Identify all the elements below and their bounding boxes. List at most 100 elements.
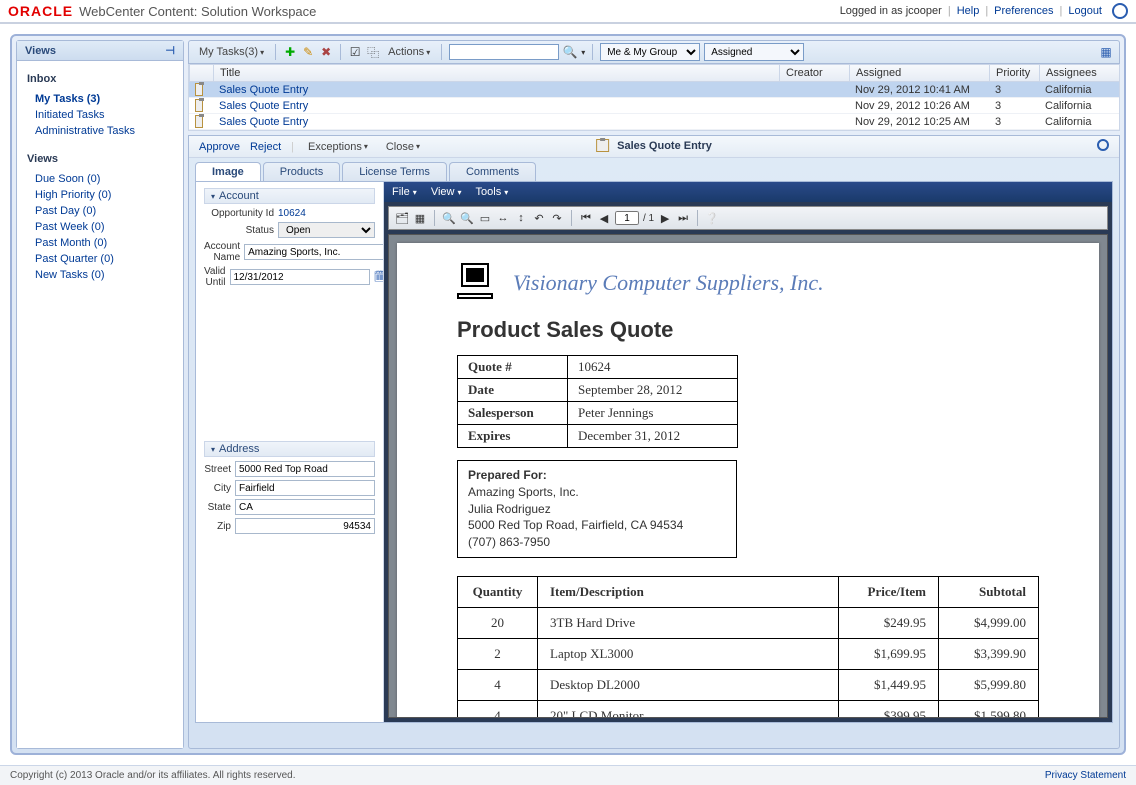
- main-toolbar: My Tasks(3)▾ ✚ ✎ ✖ ☑ ⿻ Actions▾ 🔍▾ Me & …: [188, 40, 1120, 64]
- page-total: / 1: [643, 213, 654, 224]
- filter-group-select[interactable]: Me & My Group: [600, 43, 700, 61]
- thumbnails-icon[interactable]: ▦: [413, 211, 427, 225]
- col-priority[interactable]: Priority: [989, 65, 1039, 81]
- sidebar-item-pastweek[interactable]: Past Week (0): [27, 219, 173, 235]
- sidebar-item-admin[interactable]: Administrative Tasks: [27, 123, 173, 139]
- viewer-menu-view[interactable]: View ▾: [431, 186, 462, 198]
- rotate-left-icon[interactable]: ↶: [532, 211, 546, 225]
- fit-width-icon[interactable]: ↔: [496, 211, 510, 225]
- label-zip: Zip: [204, 521, 231, 532]
- tab-products[interactable]: Products: [263, 162, 340, 181]
- collapse-icon[interactable]: ▾: [211, 445, 215, 454]
- city-input[interactable]: [235, 480, 375, 496]
- sidebar-item-duesoon[interactable]: Due Soon (0): [27, 171, 173, 187]
- actions-dropdown[interactable]: Actions▾: [384, 46, 434, 58]
- help-link[interactable]: Help: [957, 5, 980, 17]
- zoom-in-icon[interactable]: 🔍: [442, 211, 456, 225]
- preferences-link[interactable]: Preferences: [994, 5, 1053, 17]
- fit-page-icon[interactable]: ▭: [478, 211, 492, 225]
- tab-image[interactable]: Image: [195, 162, 261, 181]
- detail-title: Sales Quote Entry: [617, 140, 712, 152]
- chart-icon[interactable]: ▦: [1099, 45, 1113, 59]
- document-logo-icon: [457, 263, 495, 303]
- search-icon[interactable]: 🔍: [563, 45, 577, 59]
- last-page-icon[interactable]: ⏭: [676, 211, 690, 225]
- task-row[interactable]: Sales Quote Entry Nov 29, 2012 10:41 AM …: [189, 82, 1119, 98]
- my-tasks-dropdown[interactable]: My Tasks(3)▾: [195, 46, 268, 58]
- street-input[interactable]: [235, 461, 375, 477]
- page-input[interactable]: [615, 211, 639, 225]
- task-row[interactable]: Sales Quote Entry Nov 29, 2012 10:26 AM …: [189, 98, 1119, 114]
- task-assigned: Nov 29, 2012 10:25 AM: [849, 114, 989, 129]
- clipboard-icon: [195, 115, 203, 128]
- sidebar-item-highpriority[interactable]: High Priority (0): [27, 187, 173, 203]
- app-title: WebCenter Content: Solution Workspace: [79, 4, 316, 19]
- zip-input[interactable]: [235, 518, 375, 534]
- approve-button[interactable]: Approve: [199, 141, 240, 153]
- viewer-menu-tools[interactable]: Tools ▾: [476, 186, 509, 198]
- sidebar-item-newtasks[interactable]: New Tasks (0): [27, 267, 173, 283]
- sidebar-item-initiated[interactable]: Initiated Tasks: [27, 107, 173, 123]
- edit-icon[interactable]: ✎: [301, 45, 315, 59]
- task-title[interactable]: Sales Quote Entry: [213, 82, 779, 97]
- task-row[interactable]: Sales Quote Entry Nov 29, 2012 10:25 AM …: [189, 114, 1119, 130]
- oracle-logo: ORACLE: [8, 3, 73, 19]
- status-select[interactable]: Open: [278, 222, 375, 238]
- progress-circle-icon: [1097, 139, 1109, 151]
- task-assignees: California: [1039, 82, 1119, 97]
- fit-height-icon[interactable]: ↕: [514, 211, 528, 225]
- sidebar-item-pastmonth[interactable]: Past Month (0): [27, 235, 173, 251]
- filter-status-select[interactable]: Assigned: [704, 43, 804, 61]
- task-assignees: California: [1039, 114, 1119, 129]
- pin-icon[interactable]: ⊣: [165, 44, 175, 57]
- help-icon[interactable]: ❔: [705, 211, 719, 225]
- privacy-link[interactable]: Privacy Statement: [1045, 770, 1126, 781]
- copyright-text: Copyright (c) 2013 Oracle and/or its aff…: [10, 770, 296, 781]
- brand-circle-icon: [1112, 3, 1128, 19]
- sidebar: Views ⊣ Inbox My Tasks (3) Initiated Tas…: [16, 40, 184, 749]
- col-assigned[interactable]: Assigned: [849, 65, 989, 81]
- tree-icon[interactable]: 🗂: [395, 211, 409, 225]
- task-title[interactable]: Sales Quote Entry: [213, 114, 779, 129]
- sidebar-section-views: Views: [27, 153, 173, 165]
- label-opp-id: Opportunity Id: [204, 208, 274, 219]
- sidebar-item-my-tasks[interactable]: My Tasks (3): [27, 91, 173, 107]
- prev-page-icon[interactable]: ◀: [597, 211, 611, 225]
- col-title[interactable]: Title: [213, 65, 779, 81]
- zoom-out-icon[interactable]: 🔍: [460, 211, 474, 225]
- document-title: Product Sales Quote: [457, 317, 1039, 343]
- task-title[interactable]: Sales Quote Entry: [213, 98, 779, 113]
- tab-license[interactable]: License Terms: [342, 162, 447, 181]
- sidebar-item-pastquarter[interactable]: Past Quarter (0): [27, 251, 173, 267]
- task-assigned: Nov 29, 2012 10:26 AM: [849, 98, 989, 113]
- calendar-icon[interactable]: 🗓: [374, 270, 385, 284]
- state-input[interactable]: [235, 499, 375, 515]
- rotate-right-icon[interactable]: ↷: [550, 211, 564, 225]
- viewer-menu-file[interactable]: File ▾: [392, 186, 417, 198]
- first-page-icon[interactable]: ⏮: [579, 211, 593, 225]
- col-assignees[interactable]: Assignees: [1039, 65, 1119, 81]
- close-dropdown[interactable]: Close ▾: [382, 141, 424, 153]
- collapse-icon[interactable]: ▾: [211, 192, 215, 201]
- section-address: Address: [219, 443, 259, 455]
- delete-icon[interactable]: ✖: [319, 45, 333, 59]
- valid-until-input[interactable]: [230, 269, 370, 285]
- info-table: Quote #10624DateSeptember 28, 2012Salesp…: [457, 355, 738, 448]
- items-table: Quantity Item/Description Price/Item Sub…: [457, 576, 1039, 718]
- task-assignees: California: [1039, 98, 1119, 113]
- search-input[interactable]: [449, 44, 559, 60]
- check-icon[interactable]: ☑: [348, 45, 362, 59]
- tab-comments[interactable]: Comments: [449, 162, 536, 181]
- reject-button[interactable]: Reject: [250, 141, 281, 153]
- sidebar-item-pastday[interactable]: Past Day (0): [27, 203, 173, 219]
- exceptions-dropdown[interactable]: Exceptions ▾: [304, 141, 372, 153]
- prepared-for-box: Prepared For: Amazing Sports, Inc.Julia …: [457, 460, 737, 558]
- next-page-icon[interactable]: ▶: [658, 211, 672, 225]
- logout-link[interactable]: Logout: [1068, 5, 1102, 17]
- col-creator[interactable]: Creator: [779, 65, 849, 81]
- copy-icon[interactable]: ⿻: [366, 45, 380, 59]
- add-icon[interactable]: ✚: [283, 45, 297, 59]
- account-name-input[interactable]: [244, 244, 384, 260]
- label-status: Status: [204, 225, 274, 236]
- label-account-name: Account Name: [204, 241, 240, 263]
